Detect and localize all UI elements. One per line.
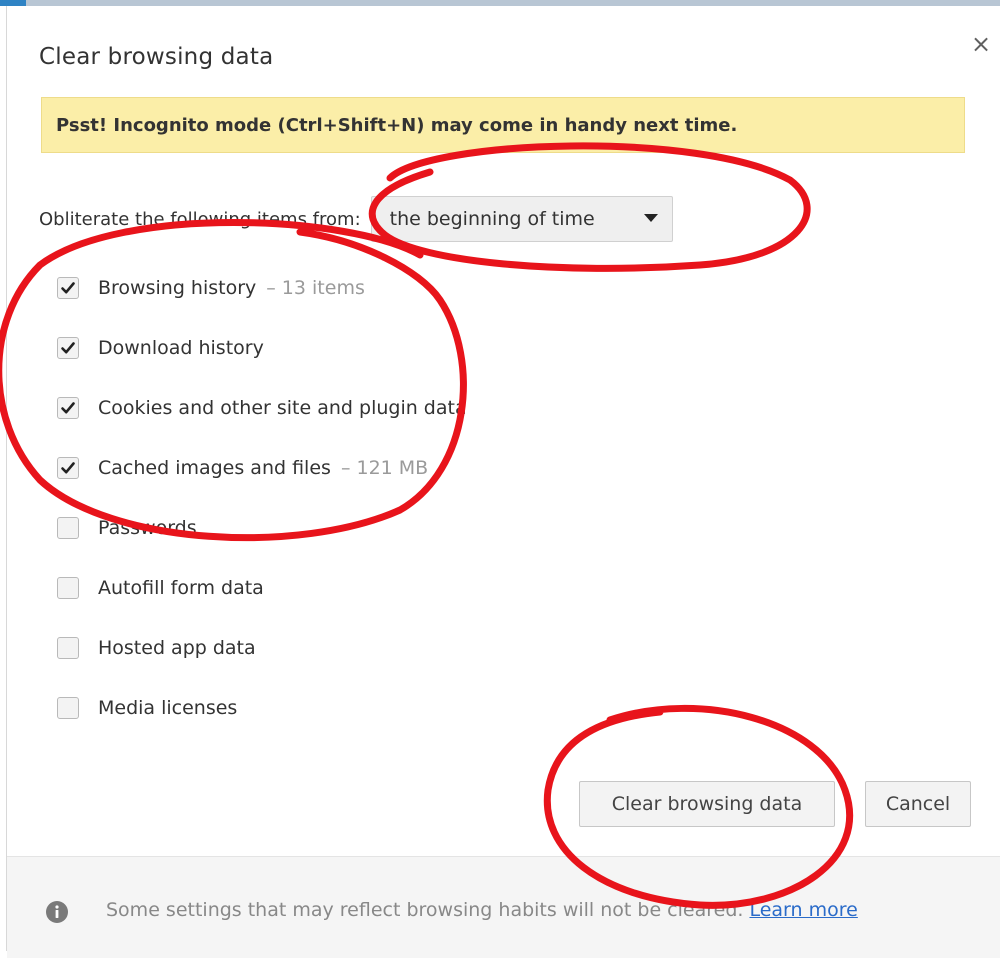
option-autofill[interactable]: Autofill form data <box>57 558 467 618</box>
checkbox-passwords[interactable] <box>57 517 79 539</box>
option-label: Browsing history <box>98 277 257 299</box>
option-cached-images[interactable]: Cached images and files – 121 MB <box>57 438 467 498</box>
option-label: Autofill form data <box>98 577 264 599</box>
banner-text: Psst! Incognito mode (Ctrl+Shift+N) may … <box>56 114 738 136</box>
dialog-footer: Some settings that may reflect browsing … <box>7 856 1000 958</box>
data-type-options: Browsing history – 13 items Download his… <box>57 258 467 738</box>
option-browsing-history[interactable]: Browsing history – 13 items <box>57 258 467 318</box>
option-label: Hosted app data <box>98 637 256 659</box>
footer-text: Some settings that may reflect browsing … <box>106 899 744 921</box>
time-range-value: the beginning of time <box>389 208 595 230</box>
footer-note: Some settings that may reflect browsing … <box>106 899 858 921</box>
option-label: Download history <box>98 337 264 359</box>
option-label: Media licenses <box>98 697 238 719</box>
option-size: – 121 MB <box>340 457 429 479</box>
option-download-history[interactable]: Download history <box>57 318 467 378</box>
time-range-label: Obliterate the following items from: <box>39 208 361 230</box>
checkmark-icon <box>61 282 75 294</box>
checkbox-media-licenses[interactable] <box>57 697 79 719</box>
learn-more-link[interactable]: Learn more <box>749 899 857 921</box>
option-label: Cookies and other site and plugin data <box>98 397 467 419</box>
dropdown-caret-icon <box>643 214 658 222</box>
checkbox-download-history[interactable] <box>57 337 79 359</box>
checkbox-autofill[interactable] <box>57 577 79 599</box>
cancel-button[interactable]: Cancel <box>865 781 971 827</box>
checkbox-cached-images[interactable] <box>57 457 79 479</box>
option-label: Passwords <box>98 517 197 539</box>
option-media-licenses[interactable]: Media licenses <box>57 678 467 738</box>
checkmark-icon <box>61 342 75 354</box>
time-range-select[interactable]: the beginning of time <box>370 196 673 242</box>
clear-browsing-data-dialog: Clear browsing data × Psst! Incognito mo… <box>6 6 1000 958</box>
incognito-tip-banner: Psst! Incognito mode (Ctrl+Shift+N) may … <box>41 97 965 153</box>
option-count: – 13 items <box>266 277 365 299</box>
checkmark-icon <box>61 402 75 414</box>
dialog-title: Clear browsing data <box>39 44 274 70</box>
checkbox-hosted-app-data[interactable] <box>57 637 79 659</box>
option-cookies[interactable]: Cookies and other site and plugin data <box>57 378 467 438</box>
close-icon[interactable]: × <box>969 30 993 58</box>
checkmark-icon <box>61 462 75 474</box>
option-hosted-app-data[interactable]: Hosted app data <box>57 618 467 678</box>
option-passwords[interactable]: Passwords <box>57 498 467 558</box>
info-icon <box>46 901 68 923</box>
clear-browsing-data-button[interactable]: Clear browsing data <box>579 781 835 827</box>
option-label: Cached images and files <box>98 457 331 479</box>
checkbox-cookies[interactable] <box>57 397 79 419</box>
time-range-row: Obliterate the following items from: the… <box>39 194 673 244</box>
checkbox-browsing-history[interactable] <box>57 277 79 299</box>
